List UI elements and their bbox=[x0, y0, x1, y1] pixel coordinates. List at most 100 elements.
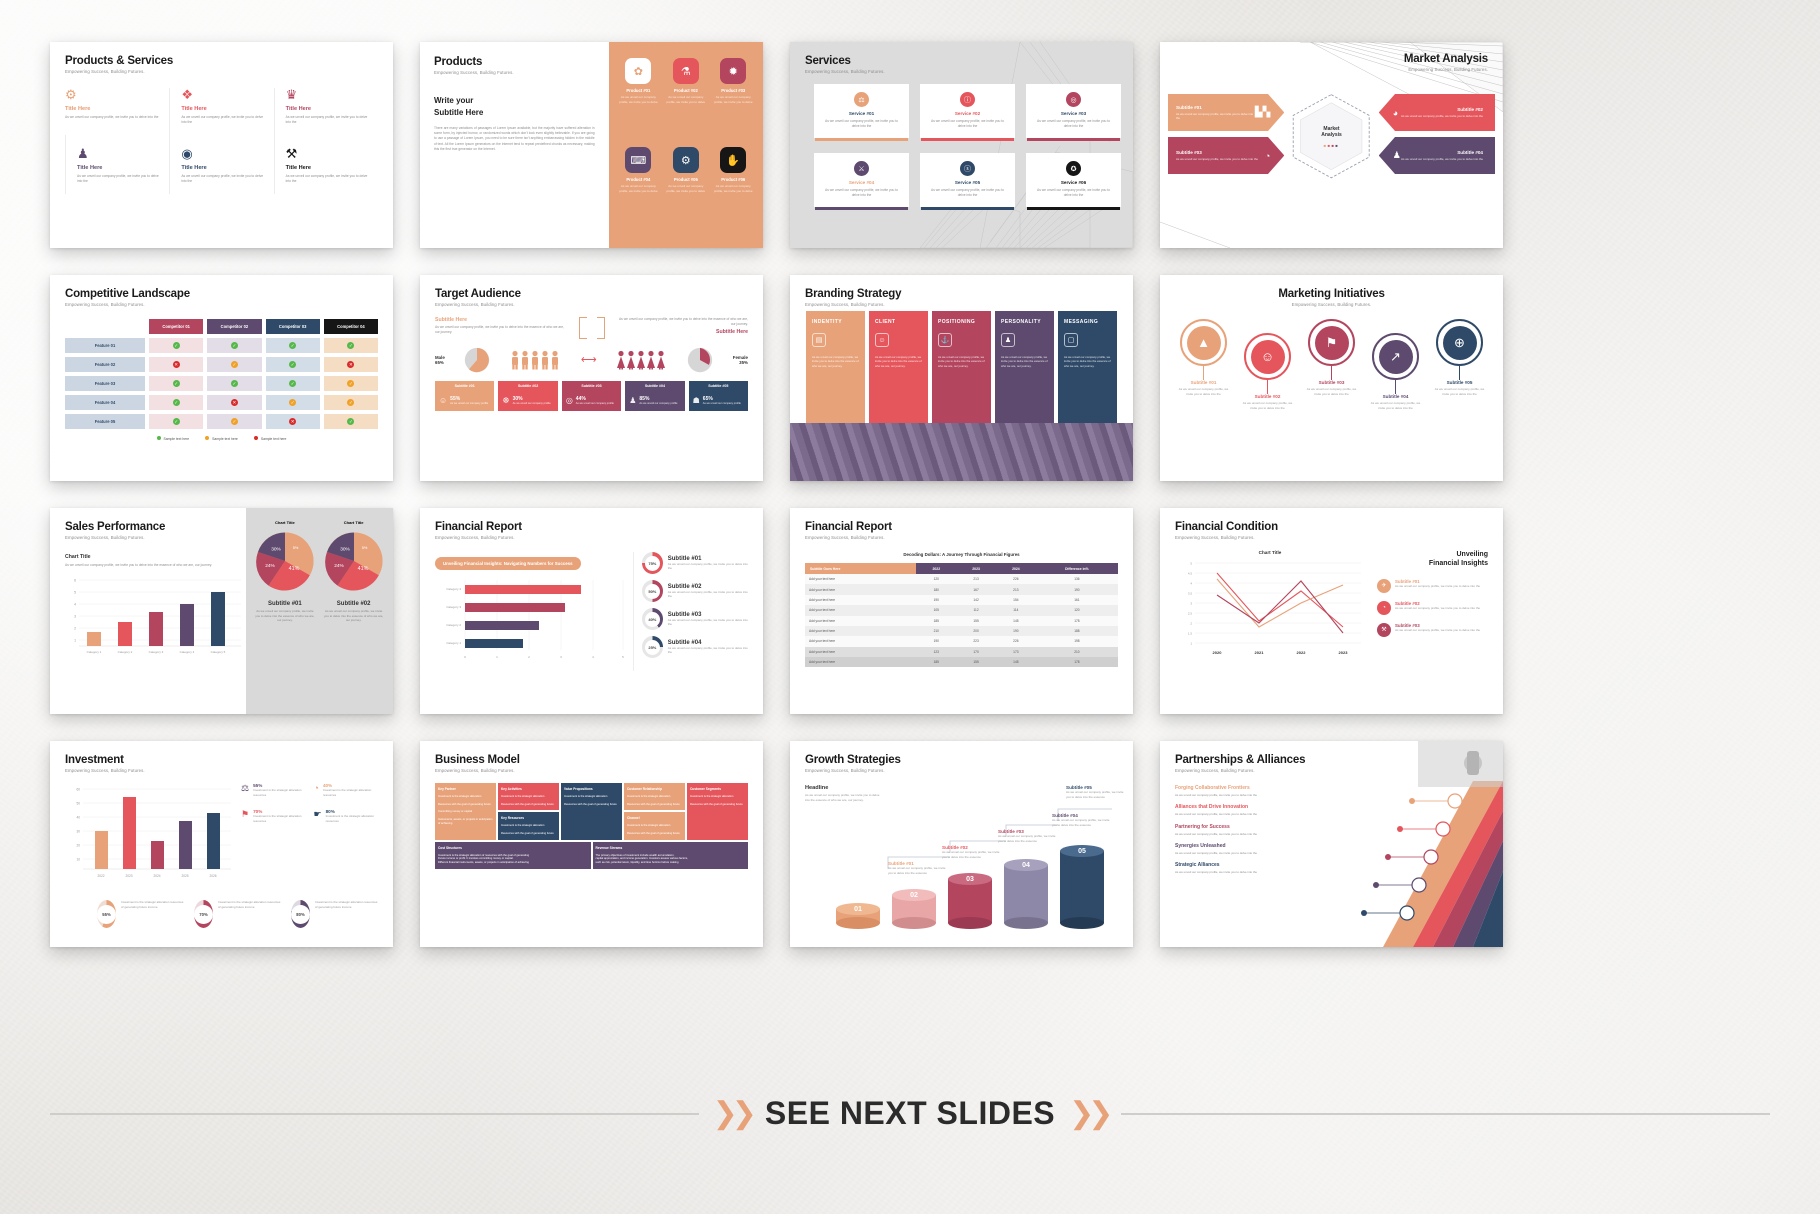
cell: 190 bbox=[933, 639, 939, 644]
feature-cell[interactable]: ◉ Title Here As we unveil our company pr… bbox=[169, 135, 273, 195]
branding-column[interactable]: POSITIONING ⚓ As we unveil our company p… bbox=[932, 311, 991, 423]
initiative-item[interactable]: ⚑ Subtitle #03 As we unveil our company … bbox=[1304, 319, 1360, 410]
cross-icon: ✕ bbox=[347, 360, 355, 368]
branding-column[interactable]: MESSAGING ▢ As we unveil our company pro… bbox=[1058, 311, 1117, 423]
market-item-left[interactable]: Subtitle #01 As we unveil our company pr… bbox=[1168, 94, 1285, 131]
slide-target-audience[interactable]: Target Audience Empowering Success, Buil… bbox=[420, 275, 763, 481]
column-desc: As we unveil our company profile, we inv… bbox=[875, 355, 922, 368]
service-card[interactable]: ⚖ Service #01 As we unveil our company p… bbox=[814, 84, 909, 139]
feature-cell[interactable]: ♟ Title Here As we unveil our company pr… bbox=[65, 135, 169, 195]
service-card[interactable]: ◎ Service #03 As we unveil our company p… bbox=[1026, 84, 1121, 139]
service-card[interactable]: ⓘ Service #02 As we unveil our company p… bbox=[920, 84, 1015, 139]
ring-item[interactable]: 50% Subtitle #02 As we unveil our company… bbox=[642, 580, 748, 602]
market-item-right[interactable]: ◕ Subtitle #02 As we unveil our company … bbox=[1378, 94, 1495, 131]
feature-cell[interactable]: ⚙ Title Here As we unveil our company pr… bbox=[65, 88, 169, 135]
feature-cell[interactable]: ♛ Title Here As we unveil our company pr… bbox=[273, 88, 378, 136]
svg-text:05: 05 bbox=[1078, 848, 1086, 855]
stat-item[interactable]: ◔ 40% Investment is the strategic allocat… bbox=[314, 783, 379, 797]
condition-item[interactable]: ⚒ Subtitle #03 As we unveil our company p… bbox=[1377, 622, 1488, 637]
condition-item[interactable]: ◔ Subtitle #02 As we unveil our company p… bbox=[1377, 600, 1488, 615]
feature-cell[interactable]: ⚒ Title Here As we unveil our company pr… bbox=[273, 135, 378, 195]
slide-services[interactable]: Services Empowering Success, Building Fu… bbox=[790, 42, 1133, 248]
ring-item[interactable]: 75% Subtitle #01 As we unveil our company… bbox=[642, 552, 748, 574]
legend-label: Sample text here bbox=[163, 437, 190, 441]
audience-card[interactable]: Subtitle #05 ☗ 65% As we unveil our compa… bbox=[688, 381, 749, 411]
bm-block[interactable]: Channel Investment is the strategic allo… bbox=[624, 812, 685, 840]
bm-head: Key Activities bbox=[501, 787, 522, 791]
bm-bottom-block[interactable]: Revenue Streams The primary objectives o… bbox=[592, 841, 748, 870]
slide-financial-report-table[interactable]: Financial Report Empowering Success, Bui… bbox=[790, 508, 1133, 714]
initiatives-row: ▲ Subtitle #01 As we unveil our company … bbox=[1175, 319, 1488, 410]
stat-item[interactable]: ⚖ 55% Investment is the strategic allocat… bbox=[241, 783, 306, 797]
donut-item[interactable]: 80% Investment is the strategic allocati… bbox=[291, 900, 378, 928]
slide-marketing-initiatives[interactable]: Marketing Initiatives Empowering Success… bbox=[1160, 275, 1503, 481]
ring-desc: As we unveil our company profile, we inv… bbox=[667, 645, 748, 655]
branding-column[interactable]: PERSONALITY ♟ As we unveil our company p… bbox=[995, 311, 1054, 423]
service-card[interactable]: ✪ Service #06 As we unveil our company p… bbox=[1026, 153, 1121, 208]
product-item[interactable]: ✋ Product #06 As we unveil our company p… bbox=[712, 147, 755, 232]
audience-card[interactable]: Subtitle #01 ☺ 55% As we unveil our compa… bbox=[435, 381, 495, 411]
branding-column[interactable]: CLIENT ☺ As we unveil our company profil… bbox=[869, 311, 928, 423]
donut-item[interactable]: 70% Investment is the strategic allocati… bbox=[194, 900, 281, 928]
slide-row-2: Competitive Landscape Empowering Success… bbox=[50, 275, 1550, 481]
slide-products-services[interactable]: Products & Services Empowering Success, … bbox=[50, 42, 393, 248]
initiative-item[interactable]: ☺ Subtitle #02 As we unveil our company … bbox=[1240, 333, 1296, 410]
market-item-right[interactable]: ♟ Subtitle #04 As we unveil our company … bbox=[1378, 137, 1495, 174]
slide-growth-strategies[interactable]: Growth Strategies Empowering Success, Bu… bbox=[790, 741, 1133, 947]
product-item[interactable]: ✹ Product #03 As we unveil our company p… bbox=[712, 58, 755, 143]
initiative-item[interactable]: ⊕ Subtitle #05 As we unveil our company … bbox=[1432, 319, 1488, 410]
service-card[interactable]: ⓢ Service #05 As we unveil our company p… bbox=[920, 153, 1015, 208]
product-item[interactable]: ⌨ Product #04 As we unveil our company p… bbox=[617, 147, 660, 232]
ring-item[interactable]: 25% Subtitle #04 As we unveil our company… bbox=[642, 636, 748, 658]
legend-label: Sample text here bbox=[212, 437, 238, 441]
condition-item[interactable]: ✈ Subtitle #01 As we unveil our company p… bbox=[1377, 578, 1488, 593]
bm-block[interactable]: Key Activities Investment is the strateg… bbox=[498, 783, 559, 811]
stat-item[interactable]: ☛ 80% Investment is the strategic allocat… bbox=[314, 809, 379, 823]
bm-line: Investment is the strategic allocation bbox=[501, 794, 545, 798]
service-card[interactable]: ⚔ Service #04 As we unveil our company p… bbox=[814, 153, 909, 208]
bm-line: Resources with the goal of generating fu… bbox=[627, 832, 680, 835]
initiative-item[interactable]: ↗ Subtitle #04 As we unveil our company … bbox=[1368, 333, 1424, 410]
slide-sales-performance[interactable]: Chart Title 30% 24% 41% 5% Subtitle #01 … bbox=[50, 508, 393, 714]
chevron-right-icon: ❯❯ bbox=[712, 1096, 757, 1130]
pie-chart-icon: ◔ bbox=[1264, 150, 1271, 161]
feature-cell[interactable]: ❖ Title Here As we unveil our company pr… bbox=[169, 88, 273, 136]
svg-text:2022: 2022 bbox=[1297, 650, 1307, 655]
product-desc: As we unveil our company profile, we inv… bbox=[666, 95, 706, 104]
bm-bottom-block[interactable]: Cost Structures Investment is the strate… bbox=[435, 841, 591, 870]
side-heading-line1: Unveiling bbox=[1456, 551, 1488, 558]
cell: 112 bbox=[973, 608, 979, 613]
bm-block[interactable]: Value Propositions Investment is the str… bbox=[561, 783, 622, 840]
product-item[interactable]: ⚗ Product #02 As we unveil our company p… bbox=[664, 58, 707, 143]
product-item[interactable]: ⚙ Product #05 As we unveil our company p… bbox=[664, 147, 707, 232]
initiative-item[interactable]: ▲ Subtitle #01 As we unveil our company … bbox=[1176, 319, 1232, 410]
slide-investment[interactable]: Investment Empowering Success, Building … bbox=[50, 741, 393, 947]
slide-partnerships-alliances[interactable]: Partnerships & Alliances Empowering Succ… bbox=[1160, 741, 1503, 947]
slide-market-analysis[interactable]: Market Analysis Empowering Success, Buil… bbox=[1160, 42, 1503, 248]
female-people-icons bbox=[617, 350, 666, 370]
slide-competitive-landscape[interactable]: Competitive Landscape Empowering Success… bbox=[50, 275, 393, 481]
slide-financial-report-bars[interactable]: Financial Report Empowering Success, Bui… bbox=[420, 508, 763, 714]
slide-branding-strategy[interactable]: Branding Strategy Empowering Success, Bu… bbox=[790, 275, 1133, 481]
bm-block[interactable]: Key Partner Investment is the strategic … bbox=[435, 783, 496, 840]
audience-card[interactable]: Subtitle #04 ♟ 85% As we unveil our compa… bbox=[625, 381, 685, 411]
audience-card[interactable]: Subtitle #03 ◎ 44% As we unveil our compa… bbox=[561, 381, 622, 411]
slide-products[interactable]: Products Empowering Success, Building Fu… bbox=[420, 42, 763, 248]
stat-item[interactable]: ⚑ 70% Investment is the strategic allocat… bbox=[241, 809, 306, 823]
ring-item[interactable]: 40% Subtitle #03 As we unveil our company… bbox=[642, 608, 748, 630]
svg-text:3: 3 bbox=[560, 655, 562, 659]
bm-block[interactable]: Customer Segments Investment is the stra… bbox=[687, 783, 748, 840]
audience-card[interactable]: Subtitle #02 ☸ 30% As we unveil our compa… bbox=[498, 381, 558, 411]
bm-block[interactable]: Customer Relationship Investment is the … bbox=[624, 783, 685, 811]
slide-financial-condition[interactable]: Financial Condition Empowering Success, … bbox=[1160, 508, 1503, 714]
pie-desc: As we unveil our company profile, we inv… bbox=[324, 609, 384, 622]
bm-block[interactable]: Key Resources Investment is the strategi… bbox=[498, 812, 559, 840]
table-row: Feature 02 ✕ ✓ ✓ ✕ bbox=[65, 357, 378, 372]
svg-text:3.5: 3.5 bbox=[1188, 592, 1193, 596]
bm-head: Cost Structures bbox=[438, 845, 462, 850]
market-item-left[interactable]: Subtitle #03 As we unveil our company pr… bbox=[1168, 137, 1285, 174]
product-item[interactable]: ✿ Product #01 As we unveil our company p… bbox=[617, 58, 660, 143]
slide-business-model[interactable]: Business Model Empowering Success, Build… bbox=[420, 741, 763, 947]
branding-column[interactable]: INDENTITY ▤ As we unveil our company pro… bbox=[806, 311, 865, 423]
donut-item[interactable]: 55% Investment is the strategic allocati… bbox=[97, 900, 184, 928]
